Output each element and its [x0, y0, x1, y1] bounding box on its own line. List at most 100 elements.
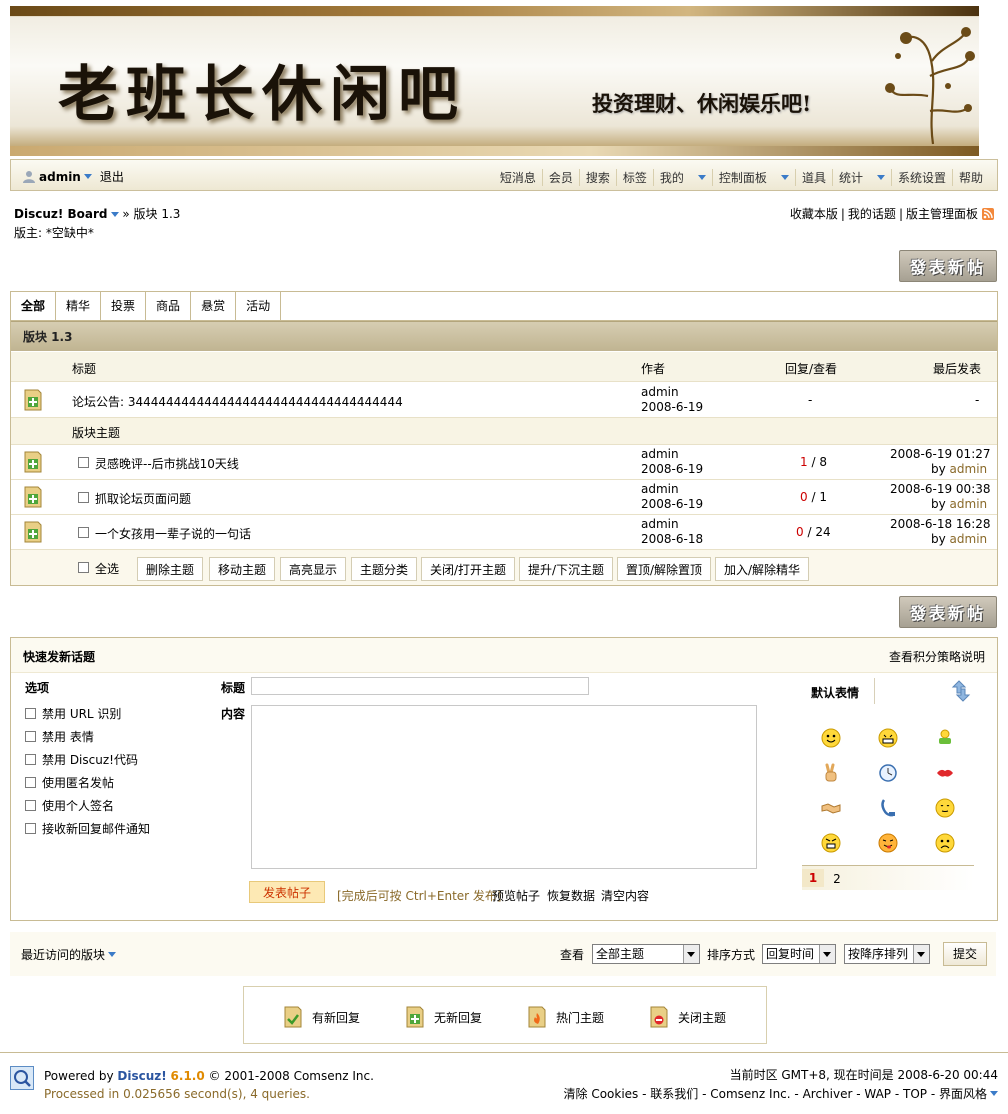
- rss-icon[interactable]: [982, 207, 994, 220]
- nav-messages[interactable]: 短消息: [494, 169, 542, 186]
- tab-all[interactable]: 全部: [11, 292, 57, 320]
- nav-my[interactable]: 我的: [652, 169, 712, 186]
- tab-poll[interactable]: 投票: [101, 292, 147, 320]
- phone-icon[interactable]: [878, 798, 898, 818]
- announcement-title[interactable]: 论坛公告: 3444444444444444444444444444444444…: [72, 393, 403, 410]
- moderator-panel-link[interactable]: 版主管理面板: [906, 205, 978, 222]
- smilies-page-1[interactable]: 1: [802, 869, 824, 887]
- shy-icon[interactable]: [935, 798, 955, 818]
- checkbox[interactable]: [25, 777, 36, 788]
- style-switch-link[interactable]: 界面风格: [939, 1085, 987, 1102]
- view-select[interactable]: 全部主题: [592, 944, 700, 964]
- thread-title[interactable]: 一个女孩用一辈子说的一句话: [95, 525, 251, 542]
- last-poster-link[interactable]: admin: [950, 462, 988, 476]
- select-all-checkbox[interactable]: [78, 562, 89, 573]
- comsenz-link[interactable]: Comsenz Inc.: [710, 1087, 790, 1101]
- table-row[interactable]: 一个女孩用一辈子说的一句话 admin 2008-6-18 0 / 24 200…: [11, 515, 997, 550]
- option-disable-bbcode[interactable]: 禁用 Discuz!代码: [25, 751, 138, 768]
- smilies-page-2[interactable]: 2: [826, 872, 848, 886]
- lips-icon[interactable]: [935, 763, 955, 783]
- clock-icon[interactable]: [878, 763, 898, 783]
- sort-select[interactable]: 回复时间: [762, 944, 836, 964]
- last-post-time[interactable]: 2008-6-18 16:28: [890, 517, 991, 531]
- person-icon[interactable]: [935, 728, 955, 748]
- digest-thread-button[interactable]: 加入/解除精华: [715, 557, 810, 581]
- nav-settings[interactable]: 系统设置: [890, 169, 952, 186]
- logout-link[interactable]: 退出: [100, 168, 124, 185]
- sad-icon[interactable]: [935, 833, 955, 853]
- table-row[interactable]: 抓取论坛页面问题 admin 2008-6-19 0 / 1 2008-6-19…: [11, 480, 997, 515]
- tab-reward[interactable]: 悬赏: [191, 292, 237, 320]
- tab-trade[interactable]: 商品: [146, 292, 192, 320]
- new-thread-button[interactable]: 發表新帖: [899, 596, 997, 628]
- chevron-down-icon[interactable]: [110, 212, 119, 217]
- nav-control-panel[interactable]: 控制面板: [711, 169, 795, 186]
- user-dropdown-icon[interactable]: [83, 174, 92, 179]
- thread-checkbox[interactable]: [78, 527, 89, 538]
- tongue-icon[interactable]: [878, 833, 898, 853]
- thread-checkbox[interactable]: [78, 492, 89, 503]
- nav-members[interactable]: 会员: [541, 169, 579, 186]
- top-link[interactable]: TOP: [903, 1087, 927, 1101]
- nav-help[interactable]: 帮助: [951, 169, 989, 186]
- site-banner[interactable]: 老班长休闲吧 投资理财、休闲娱乐吧!: [10, 6, 979, 156]
- classify-thread-button[interactable]: 主题分类: [351, 557, 418, 581]
- nav-tags[interactable]: 标签: [615, 169, 653, 186]
- option-disable-smilies[interactable]: 禁用 表情: [25, 728, 94, 745]
- credit-policy-link[interactable]: 查看积分策略说明: [889, 648, 985, 665]
- thread-author[interactable]: admin: [641, 517, 679, 531]
- breadcrumb-home[interactable]: Discuz! Board: [14, 207, 108, 221]
- thread-title[interactable]: 抓取论坛页面问题: [95, 490, 191, 507]
- checkbox[interactable]: [25, 800, 36, 811]
- angry-icon[interactable]: [821, 833, 841, 853]
- clear-content-link[interactable]: 清空内容: [601, 887, 649, 904]
- bump-thread-button[interactable]: 提升/下沉主题: [519, 557, 614, 581]
- contact-link[interactable]: 联系我们: [650, 1085, 698, 1102]
- last-poster-link[interactable]: admin: [950, 532, 988, 546]
- highlight-thread-button[interactable]: 高亮显示: [280, 557, 347, 581]
- thread-title[interactable]: 灵感晚评--后市挑战10天线: [95, 455, 239, 472]
- last-poster-link[interactable]: admin: [950, 497, 988, 511]
- nav-items[interactable]: 道具: [794, 169, 832, 186]
- tab-activity[interactable]: 活动: [236, 292, 282, 320]
- option-signature[interactable]: 使用个人签名: [25, 797, 114, 814]
- checkbox[interactable]: [25, 731, 36, 742]
- submit-post-button[interactable]: 发表帖子: [249, 881, 325, 903]
- recent-forums-dropdown[interactable]: 最近访问的版块: [21, 946, 117, 963]
- delete-thread-button[interactable]: 删除主题: [137, 557, 204, 581]
- last-post-time[interactable]: 2008-6-19 00:38: [890, 482, 991, 496]
- archiver-link[interactable]: Archiver: [803, 1087, 853, 1101]
- nav-stats[interactable]: 统计: [831, 169, 891, 186]
- table-row[interactable]: 灵感晚评--后市挑战10天线 admin 2008-6-19 1 / 8 200…: [11, 445, 997, 480]
- discuz-link[interactable]: Discuz!: [117, 1069, 166, 1083]
- option-anonymous[interactable]: 使用匿名发帖: [25, 774, 114, 791]
- smile-icon[interactable]: [821, 728, 841, 748]
- restore-data-link[interactable]: 恢复数据: [547, 887, 595, 904]
- wap-link[interactable]: WAP: [864, 1087, 891, 1101]
- option-disable-url[interactable]: 禁用 URL 识别: [25, 705, 121, 722]
- sticky-thread-button[interactable]: 置顶/解除置顶: [617, 557, 712, 581]
- victory-hand-icon[interactable]: [821, 763, 841, 783]
- grin-icon[interactable]: [878, 728, 898, 748]
- subject-input[interactable]: [251, 677, 589, 695]
- announcement-author[interactable]: admin: [641, 385, 679, 399]
- checkbox[interactable]: [25, 708, 36, 719]
- thread-checkbox[interactable]: [78, 457, 89, 468]
- discuz-logo-icon[interactable]: [10, 1066, 34, 1090]
- new-thread-button[interactable]: 發表新帖: [899, 250, 997, 282]
- move-thread-button[interactable]: 移动主题: [209, 557, 276, 581]
- preview-post-link[interactable]: 预览帖子: [492, 887, 540, 904]
- expand-smilies-icon[interactable]: [951, 679, 971, 703]
- username-link[interactable]: admin: [39, 170, 81, 184]
- nav-search[interactable]: 搜索: [578, 169, 616, 186]
- tab-digest[interactable]: 精华: [56, 292, 102, 320]
- favorite-forum-link[interactable]: 收藏本版: [790, 205, 838, 222]
- thread-author[interactable]: admin: [641, 447, 679, 461]
- last-post-time[interactable]: 2008-6-19 01:27: [890, 447, 991, 461]
- handshake-icon[interactable]: [821, 798, 841, 818]
- close-open-thread-button[interactable]: 关闭/打开主题: [421, 557, 516, 581]
- option-email-notify[interactable]: 接收新回复邮件通知: [25, 820, 150, 837]
- checkbox[interactable]: [25, 823, 36, 834]
- content-textarea[interactable]: [251, 705, 757, 869]
- order-select[interactable]: 按降序排列: [844, 944, 930, 964]
